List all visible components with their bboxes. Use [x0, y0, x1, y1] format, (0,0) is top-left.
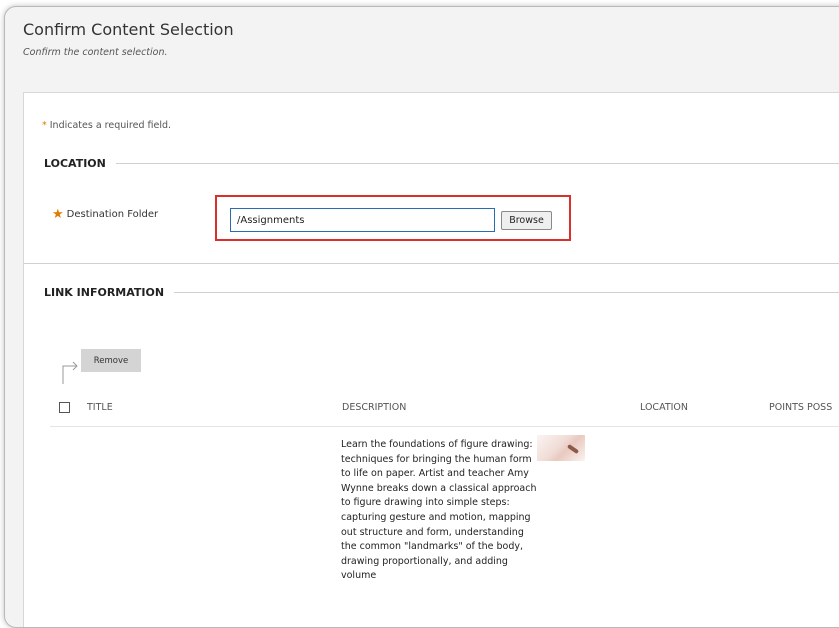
page-title: Confirm Content Selection: [23, 20, 234, 39]
column-header-points-possible[interactable]: POINTS POSS: [769, 402, 832, 413]
app-window: Confirm Content Selection Confirm the co…: [4, 6, 839, 628]
description-thumbnail: [537, 435, 585, 461]
thumbnail-pencil: [566, 443, 580, 455]
column-header-title[interactable]: TITLE: [87, 402, 113, 413]
location-section-heading: LOCATION: [44, 157, 839, 170]
destination-label-text: Destination Folder: [66, 209, 159, 220]
table-row-divider: [50, 426, 839, 427]
content-panel: * Indicates a required field. LOCATION ★ D…: [23, 92, 839, 627]
required-note-text: Indicates a required field.: [49, 120, 172, 131]
heading-rule: [174, 292, 839, 293]
location-heading-text: LOCATION: [44, 157, 106, 170]
column-header-description[interactable]: DESCRIPTION: [342, 402, 406, 413]
asterisk-icon: *: [42, 120, 47, 131]
destination-folder-input[interactable]: [230, 208, 495, 232]
browse-button[interactable]: Browse: [501, 211, 552, 230]
link-heading-text: LINK INFORMATION: [44, 286, 165, 299]
corner-arrow-icon: [62, 361, 78, 384]
required-note: * Indicates a required field.: [42, 120, 171, 131]
asterisk-icon: ★: [52, 207, 64, 222]
section-divider: [24, 263, 839, 264]
link-info-section-heading: LINK INFORMATION: [44, 286, 839, 299]
heading-rule: [115, 163, 839, 164]
page-subtitle: Confirm the content selection.: [23, 47, 168, 58]
destination-folder-label: ★ Destination Folder: [52, 207, 158, 222]
remove-button[interactable]: Remove: [81, 349, 141, 372]
row-description: Learn the foundations of figure drawing:…: [341, 439, 537, 582]
select-all-checkbox[interactable]: [59, 402, 70, 413]
column-header-location[interactable]: LOCATION: [640, 402, 688, 413]
